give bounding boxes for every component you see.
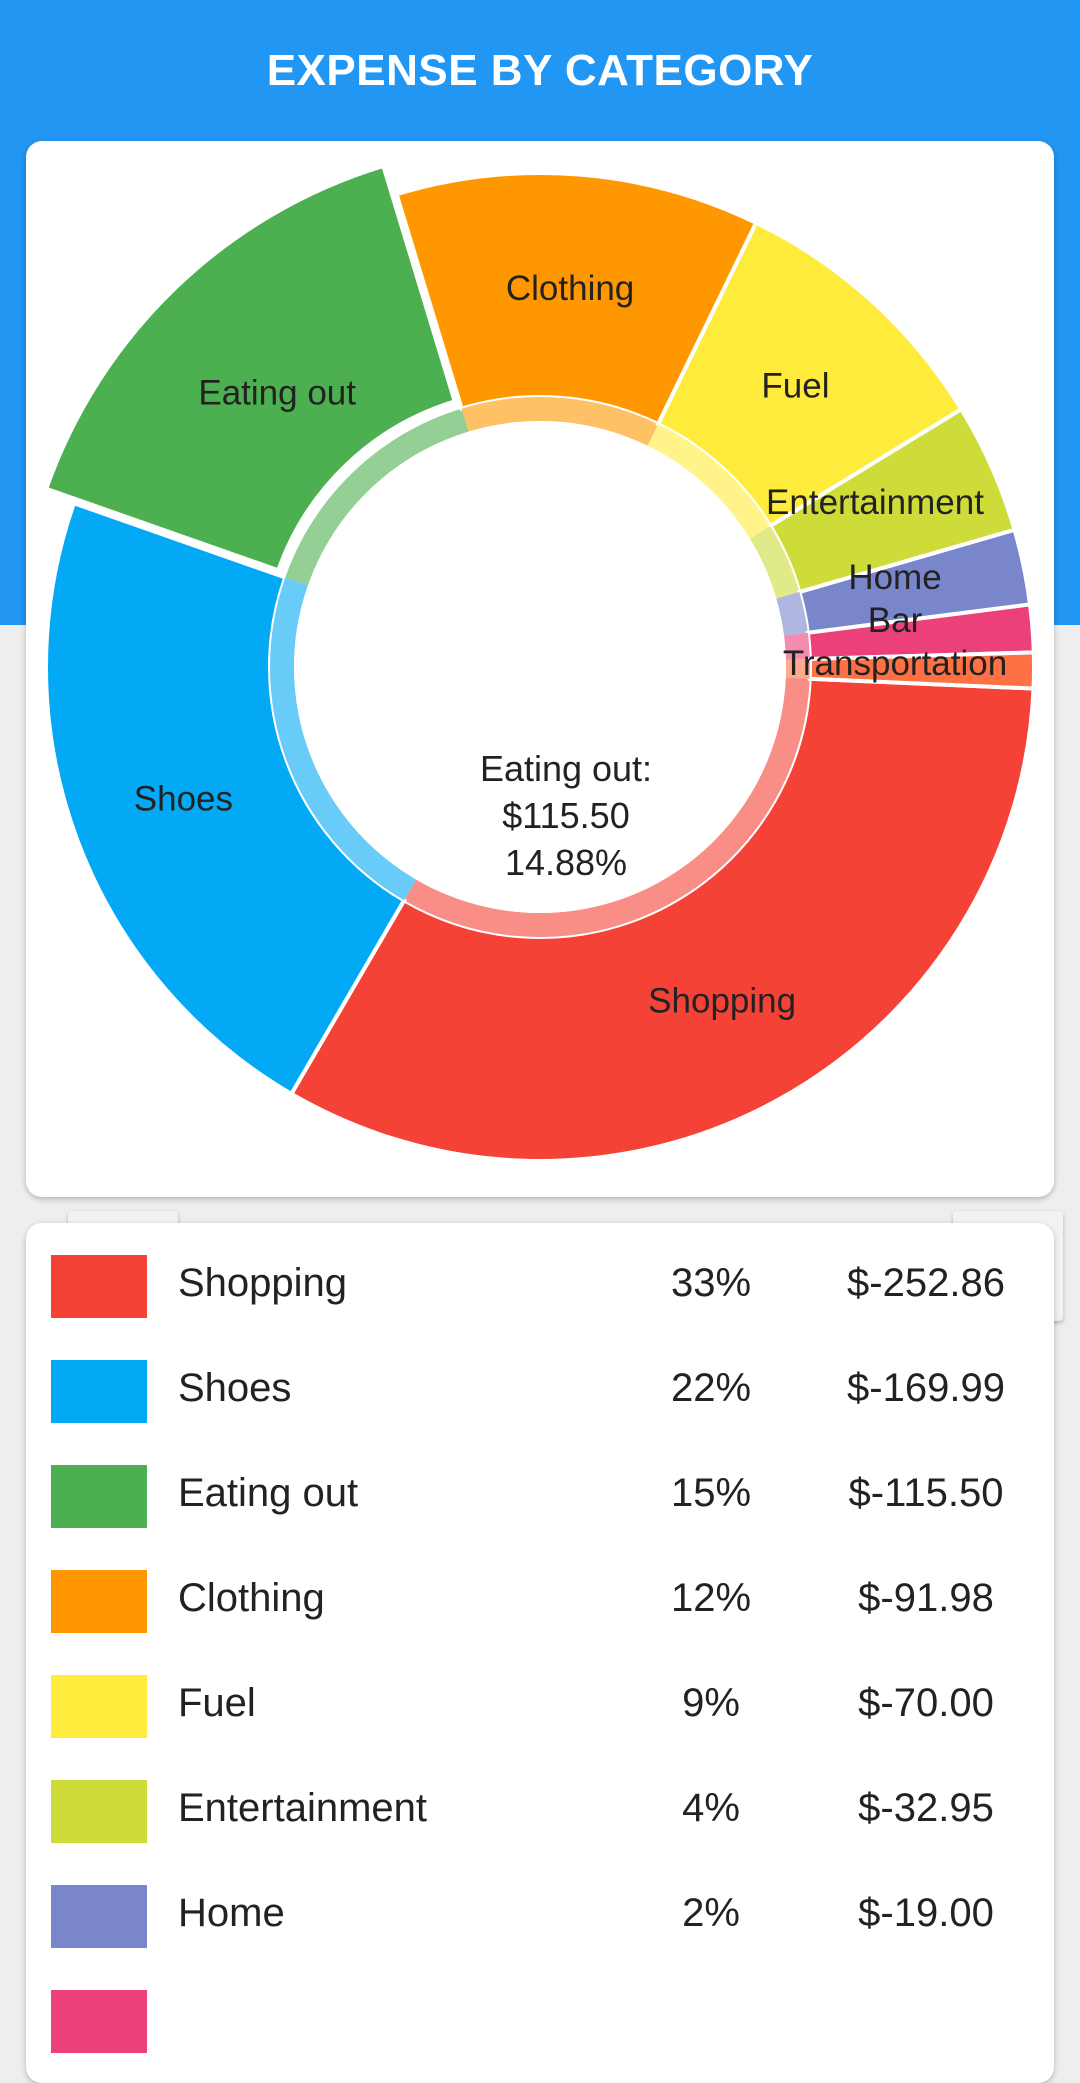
- slice-label: Home: [848, 558, 941, 597]
- legend-amount: $-91.98: [858, 1576, 994, 1620]
- slice-label: Fuel: [761, 367, 829, 406]
- slice-label: Shoes: [134, 779, 233, 818]
- legend-swatch: [51, 1360, 147, 1423]
- legend-row[interactable]: Fuel 9% $-70.00: [26, 1643, 1054, 1748]
- legend-amount: $-169.99: [847, 1366, 1005, 1410]
- legend-row[interactable]: Home 2% $-19.00: [26, 1853, 1054, 1958]
- slice-label: Entertainment: [766, 483, 984, 522]
- legend-category-name: Entertainment: [178, 1786, 428, 1830]
- legend-category-name: Home: [178, 1891, 285, 1935]
- legend-percent: 15%: [670, 1471, 752, 1515]
- legend-amount: $-252.86: [847, 1261, 1005, 1305]
- chart-card: Shopping Shoes Eating out Clothing Fuel Enter…: [26, 141, 1063, 1321]
- legend-category-name: Clothing: [178, 1576, 325, 1620]
- center-label: Eating out: $115.50 14.88%: [416, 745, 716, 886]
- legend-category-name: Eating out: [178, 1471, 359, 1515]
- legend-row[interactable]: [26, 1958, 1054, 2063]
- legend-category-name: Shopping: [178, 1261, 348, 1305]
- legend-category-name: Fuel: [178, 1681, 256, 1725]
- legend-row[interactable]: Clothing 12% $-91.98: [26, 1538, 1054, 1643]
- legend-swatch: [51, 1255, 147, 1318]
- slice-label: Transportation: [783, 644, 1007, 683]
- legend-swatch: [51, 1570, 147, 1633]
- legend-swatch: [51, 1465, 147, 1528]
- legend-percent: 9%: [682, 1681, 740, 1725]
- donut-chart[interactable]: Shopping Shoes Eating out Clothing Fuel Enter…: [26, 141, 1054, 1197]
- slice-label: Bar: [868, 601, 923, 640]
- slice-label: Shopping: [648, 982, 796, 1021]
- legend-percent: 33%: [670, 1261, 752, 1305]
- legend-card: Shopping 33% $-252.86 Shoes 22% $-169.99 Eatin…: [26, 1223, 1054, 2083]
- legend-percent: 22%: [670, 1366, 752, 1410]
- center-percent: 14.88%: [504, 842, 628, 883]
- legend-percent: 2%: [682, 1891, 740, 1935]
- slice-label: Eating out: [198, 374, 356, 413]
- page-title: EXPENSE BY CATEGORY: [266, 46, 814, 95]
- legend-amount: $-115.50: [848, 1471, 1004, 1515]
- slice-label: Clothing: [506, 269, 634, 308]
- legend-swatch: [51, 1885, 147, 1948]
- legend-row[interactable]: Entertainment 4% $-32.95: [26, 1748, 1054, 1853]
- center-amount: $115.50: [502, 795, 630, 836]
- legend-percent: 4%: [682, 1786, 740, 1830]
- legend-swatch: [51, 1780, 147, 1843]
- legend-amount: $-32.95: [858, 1786, 994, 1830]
- legend-swatch: [51, 1990, 147, 2053]
- legend-category-name: Shoes: [178, 1366, 292, 1410]
- legend-swatch: [51, 1675, 147, 1738]
- legend-row[interactable]: Shoes 22% $-169.99: [26, 1328, 1054, 1433]
- legend-row[interactable]: Eating out 15% $-115.50: [26, 1433, 1054, 1538]
- legend-amount: $-70.00: [858, 1681, 994, 1725]
- legend-percent: 12%: [670, 1576, 752, 1620]
- legend-row[interactable]: Shopping 33% $-252.86: [26, 1223, 1054, 1328]
- legend-amount: $-19.00: [858, 1891, 994, 1935]
- center-category: Eating out:: [479, 748, 653, 789]
